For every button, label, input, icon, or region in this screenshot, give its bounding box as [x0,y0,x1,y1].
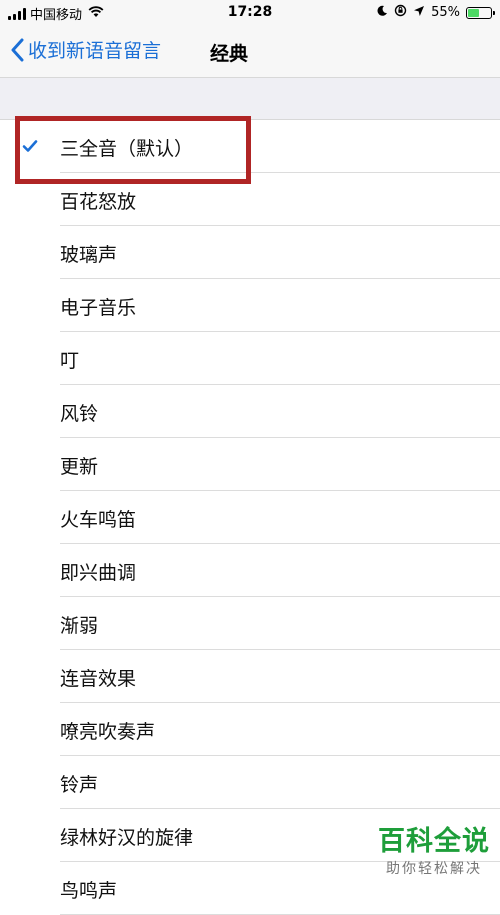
rotation-lock-icon [394,4,407,21]
tone-item[interactable]: 渐弱 [0,597,500,650]
back-button[interactable]: 收到新语音留言 [10,36,161,63]
tone-label: 火车鸣笛 [60,509,137,531]
chevron-left-icon [11,38,24,61]
tone-list: 三全音（默认） 百花怒放玻璃声电子音乐叮风铃更新火车鸣笛即兴曲调渐弱连音效果嘹亮吹… [0,120,500,915]
page-title: 经典 [210,43,249,65]
tone-item[interactable]: 更新 [0,438,500,491]
tone-label: 风铃 [60,403,99,425]
tone-label: 即兴曲调 [60,562,137,584]
section-header-gap [0,78,500,120]
signal-icon [8,7,26,20]
tone-item[interactable]: 嘹亮吹奏声 [0,703,500,756]
moon-icon [376,5,388,21]
tone-item[interactable]: 三全音（默认） [0,120,500,173]
tone-item[interactable]: 连音效果 [0,650,500,703]
nav-bar: 收到新语音留言 经典 [0,26,500,78]
status-bar: 中国移动 17:28 55% [0,0,500,26]
tone-item[interactable]: 绿林好汉的旋律 [0,809,500,862]
battery-cap [493,10,495,15]
status-right: 55% [376,4,495,21]
battery-percent: 55% [431,5,460,20]
tone-item[interactable]: 风铃 [0,385,500,438]
tone-label: 电子音乐 [60,297,137,319]
wifi-icon [88,5,104,22]
back-button-label: 收到新语音留言 [28,40,162,62]
tone-item[interactable]: 叮 [0,332,500,385]
tone-item[interactable]: 火车鸣笛 [0,491,500,544]
tone-label: 铃声 [60,774,99,796]
tone-label: 叮 [60,350,80,372]
tone-label: 三全音（默认） [60,138,194,160]
status-left: 中国移动 [8,4,104,23]
tone-item[interactable]: 电子音乐 [0,279,500,332]
carrier-name: 中国移动 [30,8,83,23]
tone-label: 玻璃声 [60,244,118,266]
tone-label: 绿林好汉的旋律 [60,827,194,849]
tone-label: 渐弱 [60,615,99,637]
tone-item[interactable]: 百花怒放 [0,173,500,226]
battery-icon [466,6,495,19]
tone-label: 嘹亮吹奏声 [60,721,156,743]
tone-label: 鸟鸣声 [60,880,118,902]
tone-label: 连音效果 [60,668,137,690]
location-icon [413,5,425,21]
tone-item[interactable]: 即兴曲调 [0,544,500,597]
tone-label: 百花怒放 [60,191,137,213]
tone-label: 更新 [60,456,99,478]
battery-fill [468,8,479,17]
checkmark-icon [22,140,38,152]
tone-item[interactable]: 玻璃声 [0,226,500,279]
tone-item[interactable]: 铃声 [0,756,500,809]
